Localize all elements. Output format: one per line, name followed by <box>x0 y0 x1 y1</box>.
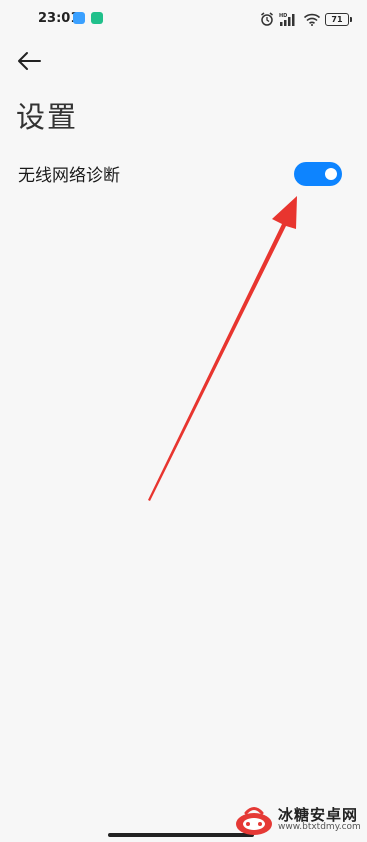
svg-text:HD: HD <box>279 13 287 19</box>
wifi-icon <box>304 13 320 26</box>
battery-icon: 71 <box>325 12 352 26</box>
watermark-name: 冰糖安卓网 <box>278 805 359 824</box>
hd-signal-icon: HD <box>279 13 295 26</box>
watermark-url: www.btxtdmy.com <box>278 822 361 833</box>
setting-row-wireless-diagnosis[interactable]: 无线网络诊断 <box>0 150 367 198</box>
page-title: 设置 <box>16 100 79 134</box>
back-button[interactable] <box>14 48 44 74</box>
status-bar: 23:01 HD 71 <box>0 0 367 38</box>
shield-icon <box>91 12 103 24</box>
home-indicator[interactable] <box>108 833 254 837</box>
status-icons: HD 71 <box>260 10 352 28</box>
wireless-diagnosis-toggle[interactable] <box>294 162 342 186</box>
toggle-knob <box>325 168 337 180</box>
setting-label: 无线网络诊断 <box>18 166 120 186</box>
alarm-icon <box>261 12 273 26</box>
arrow-left-icon <box>18 52 41 70</box>
gamepad-logo-icon <box>236 807 272 835</box>
cloud-icon <box>73 12 85 24</box>
watermark: 冰糖安卓网 www.btxtdmy.com <box>234 800 362 840</box>
